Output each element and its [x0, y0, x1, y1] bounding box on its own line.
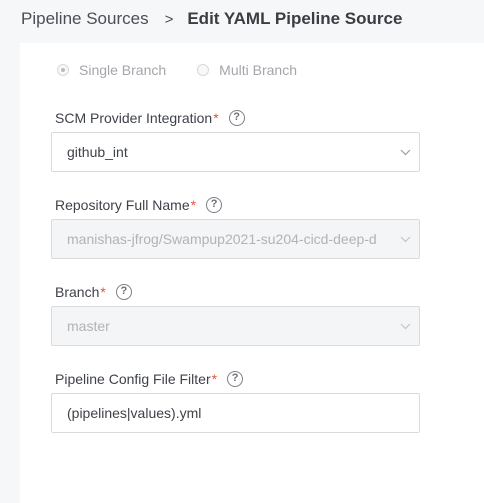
required-marker: *	[213, 110, 219, 126]
scm-provider-label: SCM Provider Integration * ?	[55, 110, 245, 126]
branch-label: Branch * ?	[55, 284, 132, 300]
radio-unselected-icon	[197, 64, 210, 76]
branch-value: master	[67, 318, 110, 334]
config-filter-input[interactable]: (pipelines|values).yml	[51, 393, 420, 433]
required-marker: *	[190, 197, 197, 213]
scm-provider-label-text: SCM Provider Integration	[55, 110, 213, 126]
breadcrumb: Pipeline Sources > Edit YAML Pipeline So…	[0, 0, 484, 38]
chevron-down-icon	[391, 149, 419, 156]
config-filter-label: Pipeline Config File Filter * ?	[55, 371, 244, 387]
question-circle-icon[interactable]: ?	[228, 110, 245, 126]
breadcrumb-separator: >	[164, 10, 174, 28]
scm-provider-select[interactable]: github_int	[51, 132, 420, 172]
pipeline-source-form: Single Branch Multi Branch SCM Provider …	[20, 43, 484, 503]
page-title: Edit YAML Pipeline Source	[187, 9, 403, 28]
single-branch-radio[interactable]: Single Branch	[57, 62, 166, 78]
required-marker: *	[100, 284, 106, 300]
repository-value: manishas-jfrog/Swampup2021-su204-cicd-de…	[67, 231, 377, 247]
question-circle-icon[interactable]: ?	[206, 197, 223, 213]
chevron-down-icon	[391, 323, 419, 330]
radio-selected-icon	[57, 64, 69, 76]
branch-label-text: Branch	[55, 284, 100, 300]
scm-provider-value: github_int	[67, 144, 128, 160]
branch-select: master	[51, 306, 420, 346]
multi-branch-radio[interactable]: Multi Branch	[197, 62, 297, 78]
repository-label-text: Repository Full Name	[55, 197, 190, 213]
single-branch-label: Single Branch	[79, 62, 167, 78]
branch-mode-radio-group: Single Branch Multi Branch	[57, 62, 297, 78]
breadcrumb-pipeline-sources-link[interactable]: Pipeline Sources	[21, 9, 149, 29]
question-circle-icon[interactable]: ?	[227, 371, 244, 387]
config-filter-label-text: Pipeline Config File Filter	[55, 371, 211, 387]
required-marker: *	[211, 371, 218, 387]
multi-branch-label: Multi Branch	[219, 62, 297, 78]
config-filter-value: (pipelines|values).yml	[67, 405, 202, 421]
repository-select: manishas-jfrog/Swampup2021-su204-cicd-de…	[51, 219, 420, 259]
repository-label: Repository Full Name * ?	[55, 197, 223, 213]
chevron-down-icon	[391, 236, 419, 243]
question-circle-icon[interactable]: ?	[115, 284, 132, 300]
